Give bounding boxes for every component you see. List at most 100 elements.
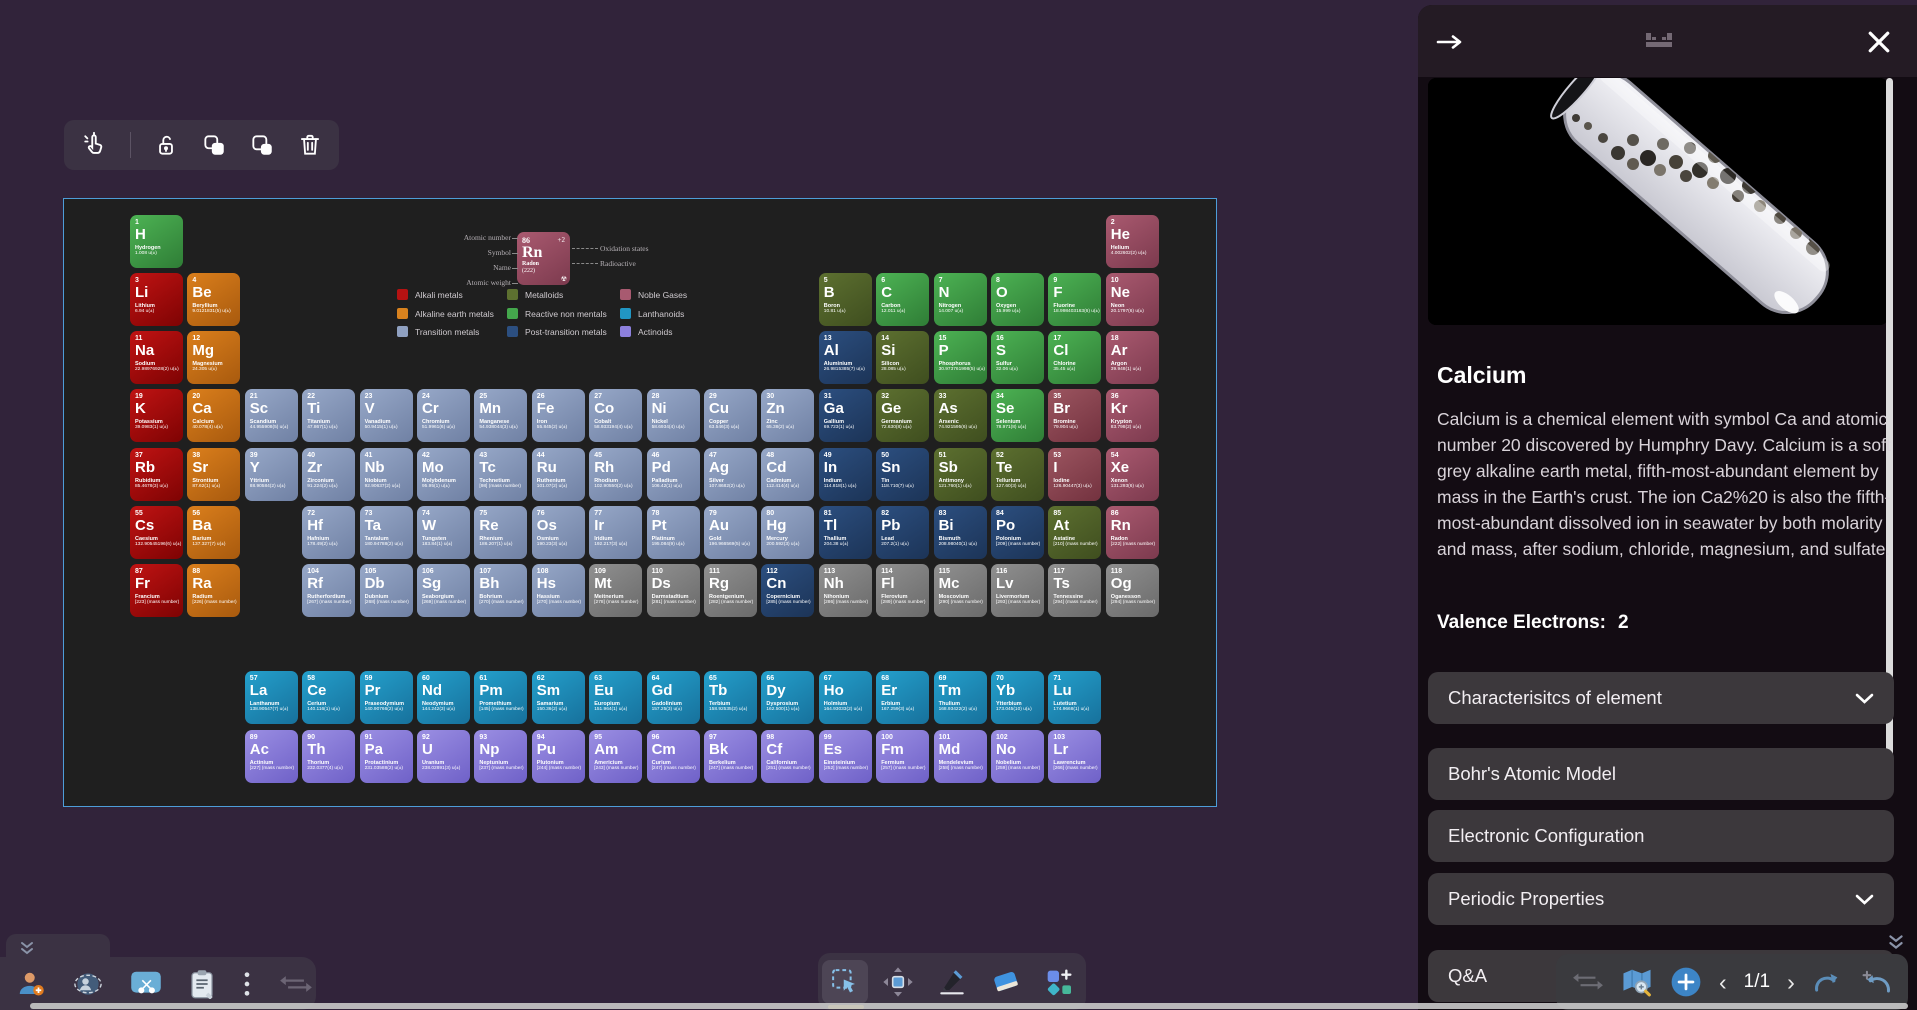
element-Cm[interactable]: 96CmCurium[247] (mass number) xyxy=(647,730,700,783)
element-Pr[interactable]: 59PrPraseodymium140.90766(2) u(±) xyxy=(360,671,413,724)
element-Tm[interactable]: 69TmThulium168.93422(2) u(±) xyxy=(934,671,987,724)
element-Bk[interactable]: 97BkBerkelium[247] (mass number) xyxy=(704,730,757,783)
new-page-redo-button[interactable] xyxy=(1859,968,1893,996)
delete-button[interactable] xyxy=(297,132,323,158)
element-Ac[interactable]: 89AcActinium[227] (mass number) xyxy=(245,730,298,783)
element-Te[interactable]: 52TeTellurium127.60(3) u(±) xyxy=(991,448,1044,501)
element-Se[interactable]: 34SeSelenium78.971(8) u(±) xyxy=(991,389,1044,442)
element-Db[interactable]: 105DbDubnium[268] (mass number) xyxy=(360,564,413,617)
element-Pm[interactable]: 61PmPromethium[145] (mass number) xyxy=(474,671,527,724)
swap-button[interactable] xyxy=(279,972,313,996)
element-Hg[interactable]: 80HgMercury200.592(3) u(±) xyxy=(761,506,814,559)
element-F[interactable]: 9FFluorine18.998403163(6) u(±) xyxy=(1048,273,1101,326)
add-page-button[interactable] xyxy=(1670,966,1702,998)
element-W[interactable]: 74WTungsten183.84(1) u(±) xyxy=(417,506,470,559)
eraser-tool-button[interactable] xyxy=(983,960,1029,1004)
unlock-button[interactable] xyxy=(153,132,179,158)
element-Ni[interactable]: 28NiNickel58.6934(4) u(±) xyxy=(647,389,700,442)
element-Co[interactable]: 27CoCobalt58.933194(4) u(±) xyxy=(589,389,642,442)
element-Es[interactable]: 99EsEinsteinium[252] (mass number) xyxy=(819,730,872,783)
element-B[interactable]: 5BBoron10.81 u(±) xyxy=(819,273,872,326)
element-Cf[interactable]: 98CfCalifornium[251] (mass number) xyxy=(761,730,814,783)
element-Tl[interactable]: 81TlThallium204.38 u(±) xyxy=(819,506,872,559)
element-C[interactable]: 6CCarbon12.011 u(±) xyxy=(876,273,929,326)
element-Bi[interactable]: 83BiBismuth208.98040(1) u(±) xyxy=(934,506,987,559)
element-Ce[interactable]: 58CeCerium140.116(1) u(±) xyxy=(302,671,355,724)
element-Fm[interactable]: 100FmFermium[257] (mass number) xyxy=(876,730,929,783)
section-characterisitcs-of-element[interactable]: Characterisitcs of element xyxy=(1428,672,1894,724)
element-Rf[interactable]: 104RfRutherfordium[267] (mass number) xyxy=(302,564,355,617)
element-La[interactable]: 57LaLanthanum138.90547(7) u(±) xyxy=(245,671,298,724)
element-Al[interactable]: 13AlAluminium26.9815385(7) u(±) xyxy=(819,331,872,384)
element-Lu[interactable]: 71LuLutetium174.9668(1) u(±) xyxy=(1048,671,1101,724)
element-N[interactable]: 7NNitrogen14.007 u(±) xyxy=(934,273,987,326)
periodic-table-widget[interactable]: 86 +2 Rn Radon (222) ☢ Atomic number Sym… xyxy=(64,199,1216,806)
element-Ge[interactable]: 32GeGermanium72.630(8) u(±) xyxy=(876,389,929,442)
element-He[interactable]: 2HeHelium4.002602(2) u(±) xyxy=(1106,215,1159,268)
element-Ts[interactable]: 117TsTennessine[294] (mass number) xyxy=(1048,564,1101,617)
section-electronic-configuration[interactable]: Electronic Configuration xyxy=(1428,810,1894,862)
element-Mn[interactable]: 25MnManganese54.938044(3) u(±) xyxy=(474,389,527,442)
element-Rb[interactable]: 37RbRubidium85.4678(3) u(±) xyxy=(130,448,183,501)
element-Be[interactable]: 4BeBeryllium9.0121831(5) u(±) xyxy=(187,273,240,326)
element-At[interactable]: 85AtAstatine[210] (mass number) xyxy=(1048,506,1101,559)
element-Sc[interactable]: 21ScScandium44.955908(5) u(±) xyxy=(245,389,298,442)
element-Pb[interactable]: 82PbLead207.2(1) u(±) xyxy=(876,506,929,559)
duplicate-button[interactable] xyxy=(249,132,275,158)
more-options-button[interactable] xyxy=(242,970,252,998)
element-Md[interactable]: 101MdMendelevium[258] (mass number) xyxy=(934,730,987,783)
element-Cu[interactable]: 29CuCopper63.546(3) u(±) xyxy=(704,389,757,442)
element-O[interactable]: 8OOxygen15.999 u(±) xyxy=(991,273,1044,326)
element-Rn[interactable]: 86RnRadon[222] (mass number) xyxy=(1106,506,1159,559)
element-Cn[interactable]: 112CnCopernicium[285] (mass number) xyxy=(761,564,814,617)
element-Li[interactable]: 3LiLithium6.94 u(±) xyxy=(130,273,183,326)
redo-button[interactable] xyxy=(1812,969,1842,995)
select-tool-button[interactable] xyxy=(822,960,868,1004)
element-Th[interactable]: 90ThThorium232.0377(4) u(±) xyxy=(302,730,355,783)
collaboration-button[interactable] xyxy=(73,969,103,999)
element-Po[interactable]: 84PoPolonium[209] (mass number) xyxy=(991,506,1044,559)
pointer-tool-button[interactable] xyxy=(80,131,108,159)
element-Gd[interactable]: 64GdGadolinium157.25(3) u(±) xyxy=(647,671,700,724)
element-Fr[interactable]: 87FrFrancium[223] (mass number) xyxy=(130,564,183,617)
element-Ho[interactable]: 67HoHolmium164.93033(2) u(±) xyxy=(819,671,872,724)
element-Ir[interactable]: 77IrIridium192.217(3) u(±) xyxy=(589,506,642,559)
element-Xe[interactable]: 54XeXenon131.293(6) u(±) xyxy=(1106,448,1159,501)
element-Ca[interactable]: 20CaCalcium40.078(4) u(±) xyxy=(187,389,240,442)
screenshot-button[interactable] xyxy=(130,970,162,998)
copy-button[interactable] xyxy=(201,132,227,158)
element-S[interactable]: 16SSulfur32.06 u(±) xyxy=(991,331,1044,384)
element-Ru[interactable]: 44RuRuthenium101.07(2) u(±) xyxy=(532,448,585,501)
element-Br[interactable]: 35BrBromine79.904 u(±) xyxy=(1048,389,1101,442)
element-Si[interactable]: 14SiSilicon28.085 u(±) xyxy=(876,331,929,384)
element-Rh[interactable]: 45RhRhodium102.90550(2) u(±) xyxy=(589,448,642,501)
element-Mc[interactable]: 115McMoscovium[290] (mass number) xyxy=(934,564,987,617)
element-U[interactable]: 92UUranium238.02891(3) u(±) xyxy=(417,730,470,783)
element-Fe[interactable]: 26FeIron55.845(2) u(±) xyxy=(532,389,585,442)
element-Sr[interactable]: 38SrStrontium87.62(1) u(±) xyxy=(187,448,240,501)
clipboard-button[interactable] xyxy=(189,969,215,999)
element-Os[interactable]: 76OsOsmium190.23(3) u(±) xyxy=(532,506,585,559)
element-Dy[interactable]: 66DyDysprosium162.500(1) u(±) xyxy=(761,671,814,724)
element-Nb[interactable]: 41NbNiobium92.90637(2) u(±) xyxy=(360,448,413,501)
element-Og[interactable]: 118OgOganesson[294] (mass number) xyxy=(1106,564,1159,617)
element-Zr[interactable]: 40ZrZirconium91.224(2) u(±) xyxy=(302,448,355,501)
element-P[interactable]: 15PPhosphorus30.973761998(5) u(±) xyxy=(934,331,987,384)
periodic-table-view-button[interactable] xyxy=(1646,33,1672,56)
element-Kr[interactable]: 36KrKrypton83.798(2) u(±) xyxy=(1106,389,1159,442)
section-periodic-properties[interactable]: Periodic Properties xyxy=(1428,873,1894,925)
element-Sg[interactable]: 106SgSeaborgium[269] (mass number) xyxy=(417,564,470,617)
pan-tool-button[interactable] xyxy=(875,960,921,1004)
element-Y[interactable]: 39YYttrium88.90584(2) u(±) xyxy=(245,448,298,501)
element-H[interactable]: 1HHydrogen1.008 u(±) xyxy=(130,215,183,268)
element-Tb[interactable]: 65TbTerbium158.92535(2) u(±) xyxy=(704,671,757,724)
element-Pt[interactable]: 78PtPlatinum195.084(9) u(±) xyxy=(647,506,700,559)
element-Sm[interactable]: 62SmSamarium150.36(2) u(±) xyxy=(532,671,585,724)
element-Sb[interactable]: 51SbAntimony121.760(1) u(±) xyxy=(934,448,987,501)
element-Au[interactable]: 79AuGold196.966569(5) u(±) xyxy=(704,506,757,559)
collapse-panel-button[interactable] xyxy=(1436,33,1464,51)
element-Am[interactable]: 95AmAmericium[243] (mass number) xyxy=(589,730,642,783)
element-Nh[interactable]: 113NhNihonium[286] (mass number) xyxy=(819,564,872,617)
element-Nd[interactable]: 60NdNeodymium144.242(3) u(±) xyxy=(417,671,470,724)
element-Ag[interactable]: 47AgSilver107.8682(2) u(±) xyxy=(704,448,757,501)
